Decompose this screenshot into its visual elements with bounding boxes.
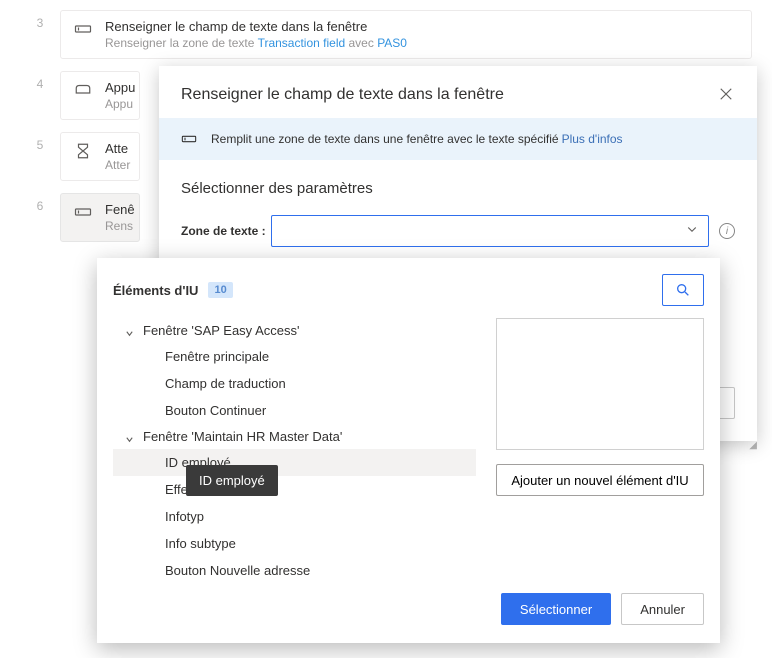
tree-item[interactable]: Bouton Nouvelle adresse (113, 557, 476, 579)
picker-cancel-button[interactable]: Annuler (621, 593, 704, 625)
textbox-icon (181, 131, 197, 147)
field-label-textzone: Zone de texte : (181, 224, 271, 238)
info-icon[interactable]: i (719, 223, 735, 239)
section-heading: Sélectionner des paramètres (159, 160, 757, 203)
step-number: 3 (20, 10, 60, 30)
step-title: Fenê (105, 202, 135, 217)
dialog-title: Renseigner le champ de texte dans la fen… (181, 86, 504, 104)
tree-item[interactable]: Fenêtre principale (113, 343, 476, 370)
close-button[interactable] (719, 87, 735, 103)
picker-select-button[interactable]: Sélectionner (501, 593, 611, 625)
step-subtitle: Atter (105, 158, 130, 172)
step-number: 6 (20, 193, 60, 213)
preview-pane (496, 318, 704, 450)
resize-grip-icon[interactable]: ◢ (749, 440, 756, 451)
tree-item[interactable]: Info subtype (113, 530, 476, 557)
search-button[interactable] (662, 274, 704, 306)
textbox-icon (73, 202, 93, 222)
picker-heading: Éléments d'IU (113, 283, 198, 298)
step-number: 5 (20, 132, 60, 152)
tree-item[interactable]: Bouton Continuer (113, 397, 476, 424)
tooltip: ID employé (186, 465, 278, 496)
add-ui-element-button[interactable]: Ajouter un nouvel élément d'IU (496, 464, 704, 496)
keyboard-icon (73, 80, 93, 100)
step-title: Atte (105, 141, 130, 156)
step-subtitle: Rens (105, 219, 135, 233)
caret-down-icon (125, 326, 135, 336)
tree-group-hr[interactable]: Fenêtre 'Maintain HR Master Data' (113, 424, 476, 449)
tree-group-sap[interactable]: Fenêtre 'SAP Easy Access' (113, 318, 476, 343)
step-title: Renseigner le champ de texte dans la fen… (105, 19, 407, 34)
hourglass-icon (73, 141, 93, 161)
textbox-icon (73, 19, 93, 39)
info-banner: Remplit une zone de texte dans une fenêt… (159, 118, 757, 160)
tree-item-id-employe[interactable]: ID employé (113, 449, 476, 476)
step-subtitle: Appu (105, 97, 135, 111)
count-badge: 10 (208, 282, 232, 298)
step-subtitle: Renseigner la zone de texte Transaction … (105, 36, 407, 50)
tree-item[interactable]: Effecti (113, 476, 476, 503)
more-info-link[interactable]: Plus d'infos (562, 132, 623, 146)
tree-item[interactable]: Infotyp (113, 503, 476, 530)
step-number: 4 (20, 71, 60, 91)
step-title: Appu (105, 80, 135, 95)
textzone-dropdown[interactable] (271, 215, 709, 247)
tree-item[interactable]: Champ de traduction (113, 370, 476, 397)
link-transaction-field[interactable]: Transaction field (258, 36, 346, 50)
chevron-down-icon (686, 222, 698, 240)
flow-step-3[interactable]: 3 Renseigner le champ de texte dans la f… (20, 10, 752, 59)
caret-down-icon (125, 432, 135, 442)
link-pas0[interactable]: PAS0 (377, 36, 407, 50)
ui-elements-picker: Éléments d'IU 10 Fenêtre 'SAP Easy Acces… (97, 258, 720, 643)
ui-elements-tree[interactable]: Fenêtre 'SAP Easy Access' Fenêtre princi… (113, 318, 476, 579)
